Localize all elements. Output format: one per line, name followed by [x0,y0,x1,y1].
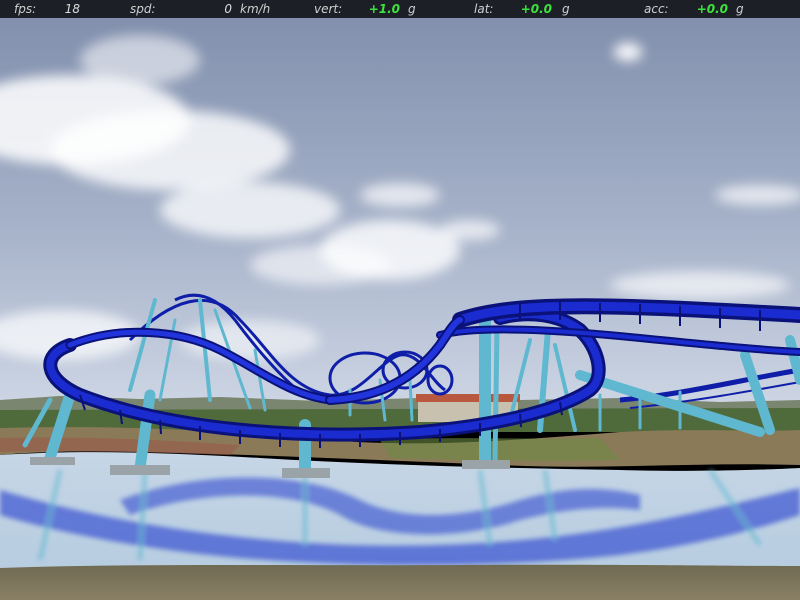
vertical-g-unit: g [408,2,416,16]
vertical-g-value: +1.0 [368,2,400,16]
acceleration-g-label: acc: [644,2,669,16]
speed-unit: km/h [240,2,271,16]
telemetry-hud: fps: 18 spd: 0 km/h vert: +1.0 g lat: +0… [0,0,800,18]
speed-label: spd: [130,2,156,16]
fps-value: 18 [64,2,80,16]
lateral-g-label: lat: [474,2,494,16]
game-viewport[interactable]: fps: 18 spd: 0 km/h vert: +1.0 g lat: +0… [0,0,800,600]
lateral-g-value: +0.0 [520,2,552,16]
acceleration-g-value: +0.0 [696,2,728,16]
acceleration-g-unit: g [736,2,744,16]
speed-value: 0 [224,2,232,16]
lateral-g-unit: g [562,2,570,16]
fps-label: fps: [14,2,37,16]
coaster-3d-view [0,0,800,600]
vertical-g-label: vert: [314,2,343,16]
shoreline [0,564,800,600]
